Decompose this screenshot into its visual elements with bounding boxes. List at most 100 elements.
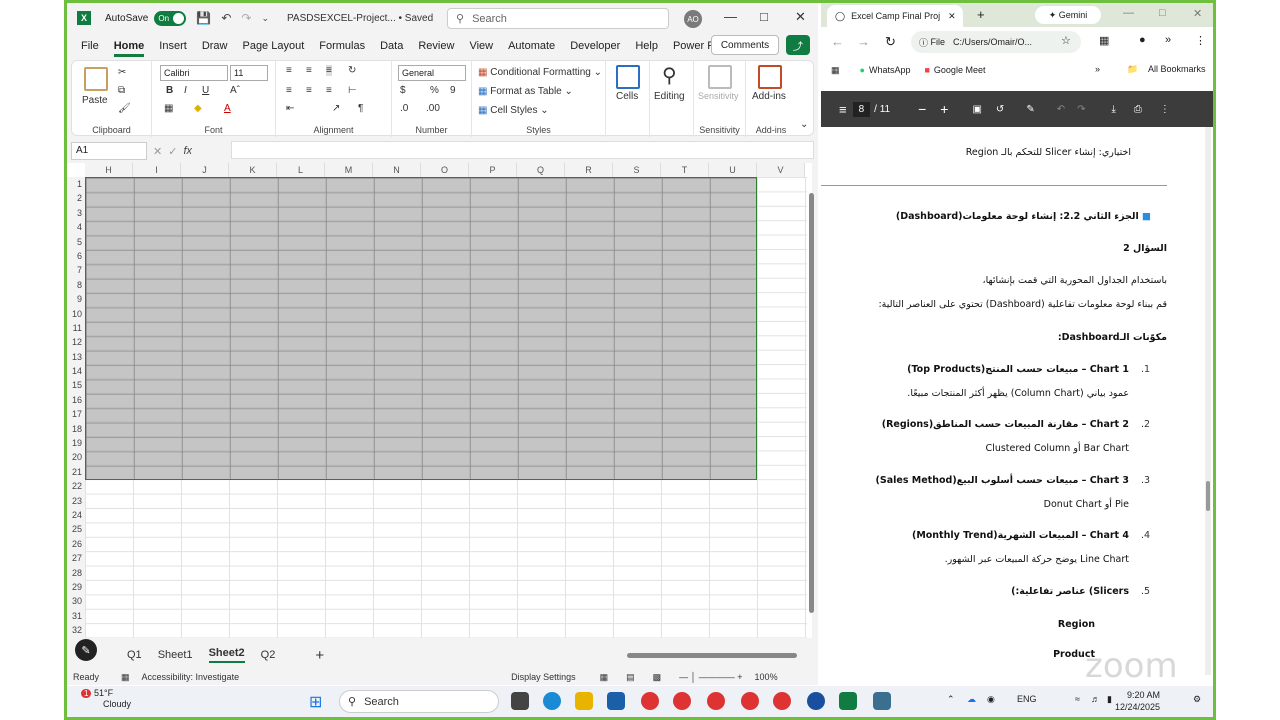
row-header[interactable]: 15 xyxy=(67,378,85,393)
autosave-toggle[interactable]: On xyxy=(154,10,187,26)
notifications-icon[interactable]: ⚙ xyxy=(1193,694,1201,705)
cells-button[interactable]: Cells xyxy=(616,91,638,102)
tab-page-layout[interactable]: Page Layout xyxy=(242,40,304,52)
copy-icon[interactable]: ⧉ xyxy=(118,85,125,96)
accessibility-status[interactable]: Accessibility: Investigate xyxy=(142,672,240,682)
volume-icon[interactable]: ♬ xyxy=(1091,694,1100,704)
column-header[interactable]: M xyxy=(325,163,373,177)
vertical-scroll-thumb[interactable] xyxy=(809,193,814,613)
chrome-icon-4[interactable] xyxy=(741,692,759,710)
row-header[interactable]: 12 xyxy=(67,335,85,350)
task-view-icon[interactable] xyxy=(511,692,529,710)
new-tab-icon[interactable]: + xyxy=(977,7,985,22)
row-header[interactable]: 13 xyxy=(67,349,85,365)
row-header[interactable]: 22 xyxy=(67,479,85,494)
comma-icon[interactable]: 9 xyxy=(450,85,456,96)
address-bar[interactable]: ⓘ File C:/Users/Omair/O... xyxy=(911,31,1081,53)
column-header[interactable]: H xyxy=(85,163,133,177)
forward-icon[interactable]: → xyxy=(857,34,870,49)
tab-insert[interactable]: Insert xyxy=(159,40,187,52)
pdf-page-input[interactable]: 8 xyxy=(852,101,871,117)
row-header[interactable]: 9 xyxy=(67,292,85,307)
format-painter-icon[interactable]: 🖌 xyxy=(118,103,131,114)
save-icon[interactable]: 💾 xyxy=(196,11,211,25)
row-header[interactable]: 17 xyxy=(67,407,85,422)
align-right-icon[interactable]: ≡ xyxy=(326,85,332,96)
enter-icon[interactable]: ✓ xyxy=(168,145,177,158)
add-sheet-icon[interactable]: + xyxy=(315,647,324,664)
row-header[interactable]: 29 xyxy=(67,579,85,595)
font-name-select[interactable]: Calibri xyxy=(160,65,228,81)
annotate-icon[interactable]: ✎ xyxy=(1026,104,1034,115)
zoom-level[interactable]: 100% xyxy=(755,672,778,682)
chrome-icon-3[interactable] xyxy=(707,692,725,710)
pdf-menu-icon[interactable]: ≡ xyxy=(839,102,847,117)
row-header[interactable]: 4 xyxy=(67,220,85,235)
chrome-close-icon[interactable]: ✕ xyxy=(1193,7,1202,20)
fill-color-icon[interactable]: ◆ xyxy=(194,103,202,114)
sheet-tab-sheet2[interactable]: Sheet2 xyxy=(208,647,245,663)
pdf-more-icon[interactable]: ⋮ xyxy=(1160,104,1170,115)
column-header[interactable]: O xyxy=(421,163,469,177)
bookmark-star-icon[interactable]: ☆ xyxy=(1061,34,1071,47)
column-header[interactable]: R xyxy=(565,163,613,177)
grow-font-icon[interactable]: Aˆ xyxy=(230,85,240,96)
indent-icon[interactable]: ⇤ xyxy=(286,103,294,114)
column-header[interactable]: P xyxy=(469,163,517,177)
decrease-decimal-icon[interactable]: .00 xyxy=(426,103,440,114)
collapse-ribbon-icon[interactable]: ⌄ xyxy=(800,119,808,130)
zoom-out-icon[interactable]: − xyxy=(918,101,926,117)
row-header[interactable]: 18 xyxy=(67,421,85,437)
row-header[interactable]: 31 xyxy=(67,608,85,624)
chrome-icon-1[interactable] xyxy=(641,692,659,710)
row-header[interactable]: 5 xyxy=(67,234,85,249)
bold-icon[interactable]: B xyxy=(166,85,173,96)
remote-desktop-icon[interactable] xyxy=(873,692,891,710)
avatar[interactable]: AO xyxy=(684,10,702,28)
edge-icon[interactable] xyxy=(543,692,561,710)
row-header[interactable]: 30 xyxy=(67,594,85,609)
row-header[interactable]: 3 xyxy=(67,205,85,221)
file-explorer-icon[interactable] xyxy=(575,692,593,710)
chrome-minimize-icon[interactable]: — xyxy=(1123,7,1134,19)
maximize-icon[interactable]: □ xyxy=(760,9,768,24)
normal-view-icon[interactable]: ▦ xyxy=(600,672,609,683)
increase-decimal-icon[interactable]: .0 xyxy=(400,103,408,114)
row-header[interactable]: 28 xyxy=(67,565,85,580)
taskbar-clock[interactable]: 9:20 AM 12/24/2025 xyxy=(1115,689,1160,713)
tab-data[interactable]: Data xyxy=(380,40,403,52)
align-middle-icon[interactable]: ≡ xyxy=(306,65,312,76)
display-settings[interactable]: Display Settings xyxy=(511,672,576,682)
profile-icon[interactable]: ● xyxy=(1139,34,1146,46)
close-icon[interactable]: ✕ xyxy=(795,9,806,25)
weather-widget[interactable]: 1 51°F Cloudy xyxy=(81,688,131,710)
zoom-app-icon[interactable] xyxy=(807,692,825,710)
comments-button[interactable]: Comments xyxy=(711,35,779,55)
cell-styles-button[interactable]: ▦ Cell Styles ⌄ xyxy=(478,105,549,116)
editing-search-icon[interactable]: ⚲ xyxy=(662,63,677,88)
onedrive-icon[interactable]: ☁ xyxy=(967,694,976,705)
conditional-formatting-button[interactable]: ▦ Conditional Formatting ⌄ xyxy=(478,67,602,78)
chrome-tab-pdf[interactable]: ◯ Excel Camp Final Proj ✕ xyxy=(827,5,963,27)
underline-icon[interactable]: U xyxy=(202,85,209,96)
editing-button[interactable]: Editing xyxy=(654,91,685,102)
tab-formulas[interactable]: Formulas xyxy=(319,40,365,52)
column-header[interactable]: S xyxy=(613,163,661,177)
sheet-tab-sheet1[interactable]: Sheet1 xyxy=(158,649,193,661)
tab-help[interactable]: Help xyxy=(635,40,658,52)
cut-icon[interactable]: ✂ xyxy=(118,67,126,78)
selected-range[interactable] xyxy=(85,177,757,480)
store-icon[interactable] xyxy=(607,692,625,710)
row-header[interactable]: 24 xyxy=(67,507,85,523)
fit-page-icon[interactable]: ▣ xyxy=(972,104,981,115)
tab-draw[interactable]: Draw xyxy=(202,40,228,52)
all-bookmarks[interactable]: All Bookmarks xyxy=(1148,64,1206,74)
tab-close-icon[interactable]: ✕ xyxy=(948,11,956,22)
tab-developer[interactable]: Developer xyxy=(570,40,620,52)
page-break-icon[interactable]: ▩ xyxy=(653,672,662,683)
pdf-undo-icon[interactable]: ↶ xyxy=(1057,104,1065,115)
horizontal-scroll-thumb[interactable] xyxy=(627,653,797,658)
cells-icon[interactable] xyxy=(616,65,640,89)
row-header[interactable]: 6 xyxy=(67,248,85,264)
sheet-tab-q1[interactable]: Q1 xyxy=(127,649,142,661)
